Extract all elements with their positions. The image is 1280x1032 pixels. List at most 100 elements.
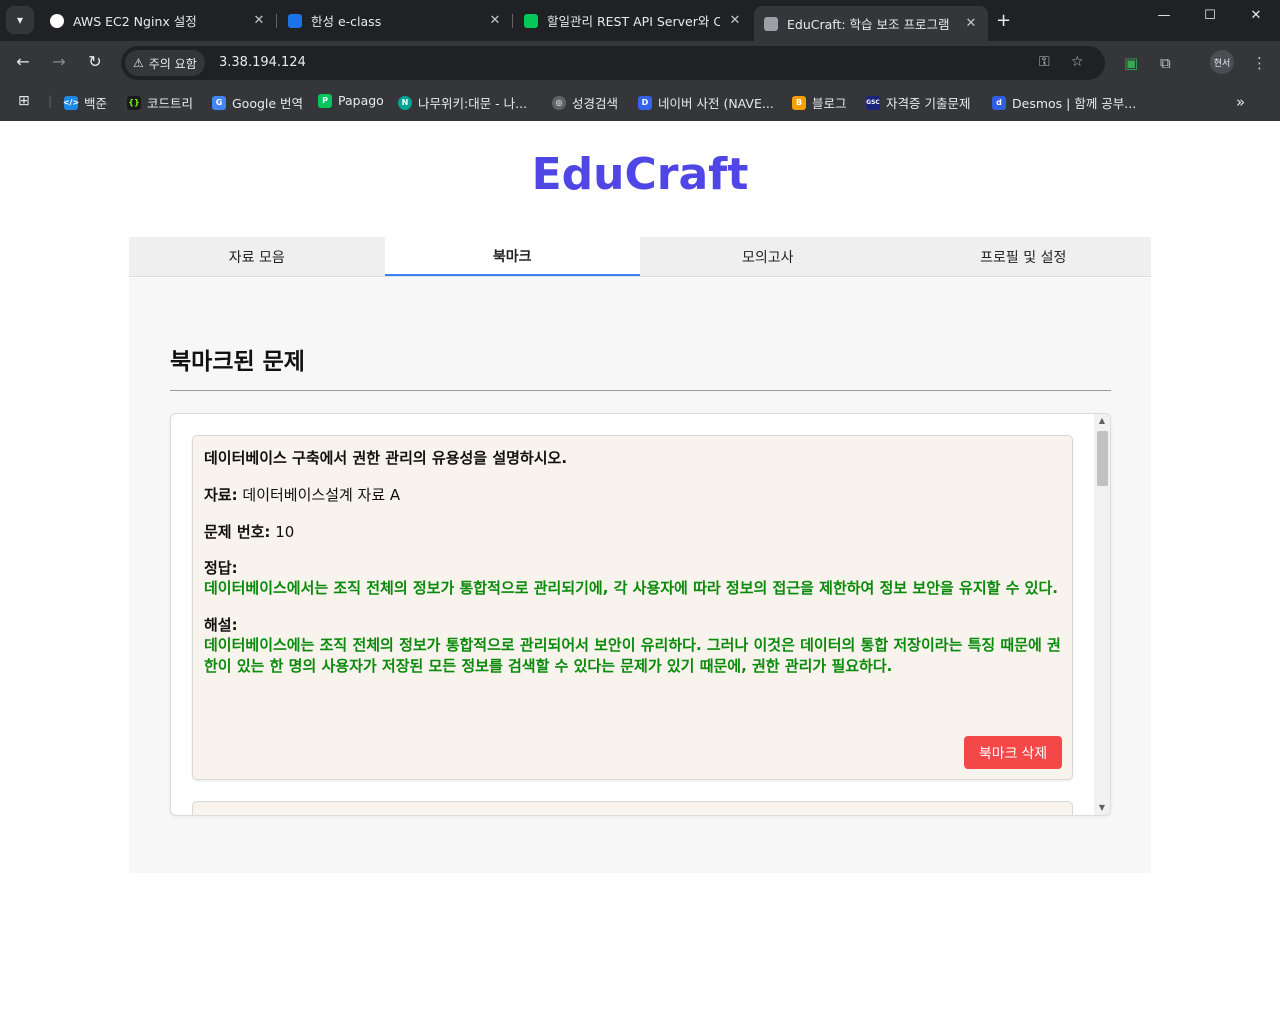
scroll-down-arrow-icon[interactable]: ▼ xyxy=(1094,801,1110,815)
google-translate-icon: G xyxy=(212,95,226,110)
tab-eclass[interactable]: 한성 e-class ✕ xyxy=(278,6,512,35)
apps-grid-icon[interactable]: ⊞ xyxy=(18,93,30,109)
bookmark-label: 백준 xyxy=(84,96,108,111)
bookmarks-panel: 북마크된 문제 데이터베이스 구축에서 권한 관리의 유용성을 설명하시오. 자… xyxy=(129,278,1151,873)
delete-bookmark-button[interactable]: 북마크 삭제 xyxy=(964,736,1062,769)
bookmark-item[interactable]: d Desmos | 함께 공부... xyxy=(992,93,1136,112)
password-key-icon[interactable]: ⚿ xyxy=(1039,54,1050,70)
bookmark-item[interactable]: G Google 번역 xyxy=(212,93,303,112)
bookmark-star-icon[interactable]: ☆ xyxy=(1071,54,1084,70)
tab-materials[interactable]: 자료 모음 xyxy=(129,237,385,276)
explanation-block: 해설: 데이터베이스에는 조직 전체의 정보가 통합적으로 관리되어서 보안이 … xyxy=(204,615,1061,677)
bookmark-list[interactable]: 데이터베이스 구축에서 권한 관리의 유용성을 설명하시오. 자료: 데이터베이… xyxy=(170,413,1111,816)
more-menu-icon[interactable]: ⋮ xyxy=(1252,54,1267,72)
explanation-label: 해설: xyxy=(204,616,238,634)
tab-divider xyxy=(512,14,513,28)
security-warning-chip[interactable]: ⚠ 주의 요함 xyxy=(125,50,205,76)
papago-icon: P xyxy=(318,93,332,108)
bookmark-label: Papago xyxy=(338,93,384,108)
bookmark-label: 네이버 사전 (NAVE... xyxy=(658,96,774,111)
tab-divider xyxy=(276,14,277,28)
maximize-icon[interactable]: ☐ xyxy=(1198,8,1222,23)
section-title: 북마크된 문제 xyxy=(170,349,305,375)
bookmark-label: 블로그 xyxy=(812,96,847,111)
address-bar[interactable]: ⚠ 주의 요함 3.38.194.124 ⚿ ☆ xyxy=(121,46,1105,80)
app-brand-title: EduCraft xyxy=(531,149,749,200)
security-chip-label: 주의 요함 xyxy=(148,56,197,71)
bookmark-item[interactable]: {} 코드트리 xyxy=(127,93,193,112)
explanation-text: 데이터베이스에는 조직 전체의 정보가 통합적으로 관리되어서 보안이 유리하다… xyxy=(204,636,1061,675)
bookmark-item[interactable]: ◎ 성경검색 xyxy=(552,93,618,112)
window-close-icon[interactable]: ✕ xyxy=(1244,8,1268,23)
namuwiki-icon: N xyxy=(398,95,412,110)
scrollbar-thumb[interactable] xyxy=(1097,431,1108,486)
main-nav-tabs: 자료 모음 북마크 모의고사 프로필 및 설정 xyxy=(129,237,1151,277)
codetree-icon: {} xyxy=(127,95,141,110)
tab-title: 한성 e-class xyxy=(311,14,382,29)
bookmark-item[interactable]: P Papago xyxy=(318,93,384,108)
back-arrow-icon[interactable]: ← xyxy=(12,52,34,71)
bookmark-item[interactable]: D 네이버 사전 (NAVE... xyxy=(638,93,774,112)
bookmark-label: 코드트리 xyxy=(147,96,194,111)
bookmark-card: 데이터베이스 구축에서 권한 관리의 유용성을 설명하시오. 자료: 데이터베이… xyxy=(192,435,1073,780)
extension-green-icon[interactable]: ▣ xyxy=(1124,54,1138,72)
number-row: 문제 번호: 10 xyxy=(204,522,1061,542)
blogger-icon: B xyxy=(792,95,806,110)
bookmark-label: 성경검색 xyxy=(572,96,619,111)
bookmarks-divider: | xyxy=(48,93,53,108)
scroll-up-arrow-icon[interactable]: ▲ xyxy=(1094,414,1110,428)
warning-triangle-icon: ⚠ xyxy=(133,56,144,70)
extensions-puzzle-icon[interactable]: ⧉ xyxy=(1160,54,1171,72)
number-label: 문제 번호: xyxy=(204,523,271,541)
tab-aws[interactable]: AWS EC2 Nginx 설정 ✕ xyxy=(40,6,276,35)
question-text: 데이터베이스 구축에서 권한 관리의 유용성을 설명하시오. xyxy=(204,449,568,467)
minimize-icon[interactable]: — xyxy=(1152,8,1176,23)
answer-label: 정답: xyxy=(204,559,238,577)
tab-educraft[interactable]: EduCraft: 학습 보조 프로그램 ✕ xyxy=(754,6,988,41)
bookmark-item[interactable]: </> 백준 xyxy=(63,93,108,112)
chevron-down-icon: ▾ xyxy=(16,13,24,27)
number-value: 10 xyxy=(275,523,295,541)
section-divider xyxy=(170,390,1111,391)
educraft-icon xyxy=(764,16,778,31)
naver-dictionary-icon: D xyxy=(638,95,652,110)
openai-icon xyxy=(50,13,64,28)
globe-icon: ◎ xyxy=(552,95,566,110)
bookmark-label: 나무위키:대문 - 나... xyxy=(418,96,528,111)
tab-bookmarks[interactable]: 북마크 xyxy=(384,237,640,276)
source-value: 데이터베이스설계 자료 A xyxy=(242,486,401,504)
source-label: 자료: xyxy=(204,486,238,504)
browser-toolbar: ← → ↻ ⚠ 주의 요함 3.38.194.124 ⚿ ☆ ▣ ⧉ 현서 ⋮ xyxy=(0,41,1280,85)
bookmark-card-next xyxy=(192,801,1073,815)
reload-icon[interactable]: ↻ xyxy=(84,52,106,71)
tab-mock-exam[interactable]: 모의고사 xyxy=(640,237,896,276)
bookmark-item[interactable]: GSC 자격증 기출문제 xyxy=(866,93,970,112)
blog-icon xyxy=(524,13,538,28)
bookmark-item[interactable]: N 나무위키:대문 - 나... xyxy=(398,93,527,112)
list-scrollbar[interactable]: ▲ ▼ xyxy=(1094,414,1110,815)
tab-profile-settings[interactable]: 프로필 및 설정 xyxy=(896,237,1152,276)
close-icon[interactable]: ✕ xyxy=(728,13,742,28)
close-icon[interactable]: ✕ xyxy=(964,16,978,31)
new-tab-plus-icon[interactable]: + xyxy=(996,10,1011,31)
tab-blog[interactable]: 할일관리 REST API Server와 Cl ✕ xyxy=(514,6,752,35)
tab-strip: ▾ AWS EC2 Nginx 설정 ✕ 한성 e-class ✕ 할일관리 R… xyxy=(0,0,1280,41)
tab-title: EduCraft: 학습 보조 프로그램 xyxy=(787,17,950,32)
bookmark-item[interactable]: B 블로그 xyxy=(792,93,847,112)
forward-arrow-icon[interactable]: → xyxy=(48,52,70,71)
close-icon[interactable]: ✕ xyxy=(252,13,266,28)
close-icon[interactable]: ✕ xyxy=(488,13,502,28)
page-viewport: EduCraft 자료 모음 북마크 모의고사 프로필 및 설정 북마크된 문제… xyxy=(1,121,1279,1031)
url-text[interactable]: 3.38.194.124 xyxy=(219,55,306,70)
answer-block: 정답: 데이터베이스에서는 조직 전체의 정보가 통합적으로 관리되기에, 각 … xyxy=(204,558,1061,599)
bookmark-label: Desmos | 함께 공부... xyxy=(1012,96,1137,111)
source-row: 자료: 데이터베이스설계 자료 A xyxy=(204,485,1061,505)
baekjoon-icon: </> xyxy=(63,95,79,110)
bookmarks-bar: ⊞ | </> 백준 {} 코드트리 G Google 번역 P Papago N 나무위… xyxy=(0,85,1280,121)
profile-avatar[interactable]: 현서 xyxy=(1210,50,1234,74)
eclass-icon xyxy=(288,13,302,28)
tab-search-button[interactable]: ▾ xyxy=(6,6,34,34)
bookmarks-overflow-icon[interactable]: » xyxy=(1236,93,1245,111)
bookmark-label: Google 번역 xyxy=(232,96,304,111)
tab-title: AWS EC2 Nginx 설정 xyxy=(73,14,197,29)
